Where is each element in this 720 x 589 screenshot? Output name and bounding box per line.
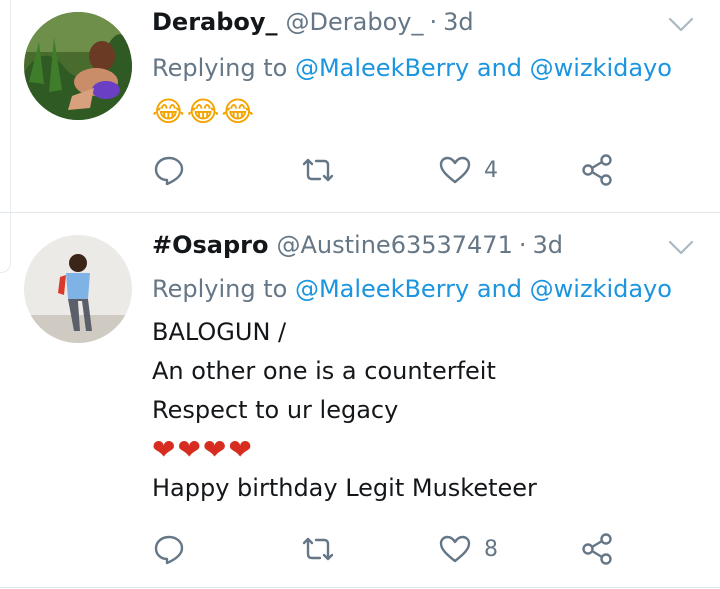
like-count: 4 — [484, 157, 498, 183]
separator-dot: · — [429, 8, 438, 36]
like-button[interactable]: 4 — [438, 150, 498, 190]
share-icon — [582, 154, 612, 186]
reply-icon — [154, 156, 184, 186]
tweet-actions: 8 — [152, 529, 632, 569]
tweet-line: 😂😂😂 — [152, 95, 257, 128]
reply-button[interactable] — [152, 150, 186, 190]
mention-link[interactable]: @MaleekBerry — [295, 275, 469, 303]
mention-link[interactable]: @wizkidayo — [530, 275, 672, 303]
share-button[interactable] — [580, 150, 614, 190]
tweet-line: ❤❤❤❤ — [152, 433, 254, 466]
retweet-icon — [302, 158, 334, 182]
chevron-down-icon[interactable] — [668, 239, 694, 257]
like-icon — [439, 156, 471, 184]
replying-prefix: Replying to — [152, 275, 288, 303]
tweet-line: An other one is a counterfeit — [152, 357, 496, 385]
replying-prefix: Replying to — [152, 54, 288, 82]
tweet-line: BALOGUN / — [152, 318, 287, 346]
replying-to: Replying to @MaleekBerry and @wizkidayo — [152, 275, 672, 303]
tweet-header: #Osapro @Austine63537471 · 3d — [152, 231, 563, 259]
retweet-button[interactable] — [298, 529, 338, 569]
tweet-line: Respect to ur legacy — [152, 396, 399, 424]
reply-icon — [154, 535, 184, 565]
mention-joiner[interactable]: and — [477, 275, 522, 303]
like-icon — [439, 535, 471, 563]
tweet-reply[interactable]: #Osapro @Austine63537471 · 3d Replying t… — [0, 213, 720, 588]
mention-joiner[interactable]: and — [477, 54, 522, 82]
tweet-reply[interactable]: Deraboy_ @Deraboy_ · 3d Replying to @Mal… — [0, 0, 720, 213]
tweet-header: Deraboy_ @Deraboy_ · 3d — [152, 8, 474, 36]
chevron-down-icon[interactable] — [668, 16, 694, 34]
mention-link[interactable]: @MaleekBerry — [295, 54, 469, 82]
avatar[interactable] — [24, 12, 132, 120]
tweet-actions: 4 — [152, 150, 632, 190]
replying-to: Replying to @MaleekBerry and @wizkidayo — [152, 54, 672, 82]
separator-dot: · — [518, 231, 527, 259]
share-icon — [582, 533, 612, 565]
like-count: 8 — [484, 536, 498, 562]
tweet-text: BALOGUN / An other one is a counterfeit … — [152, 313, 537, 508]
tweet-text: 😂😂😂 — [152, 92, 256, 131]
tweet-line: Happy birthday Legit Musketeer — [152, 474, 537, 502]
user-handle[interactable]: @Deraboy_ — [286, 8, 424, 36]
reply-button[interactable] — [152, 529, 186, 569]
share-button[interactable] — [580, 529, 614, 569]
display-name[interactable]: #Osapro — [152, 231, 269, 259]
user-handle[interactable]: @Austine63537471 — [277, 231, 513, 259]
avatar[interactable] — [24, 235, 132, 343]
retweet-icon — [302, 537, 334, 561]
retweet-button[interactable] — [298, 150, 338, 190]
display-name[interactable]: Deraboy_ — [152, 8, 278, 36]
timestamp[interactable]: 3d — [443, 8, 474, 36]
mention-link[interactable]: @wizkidayo — [530, 54, 672, 82]
timestamp[interactable]: 3d — [532, 231, 563, 259]
like-button[interactable]: 8 — [438, 529, 498, 569]
